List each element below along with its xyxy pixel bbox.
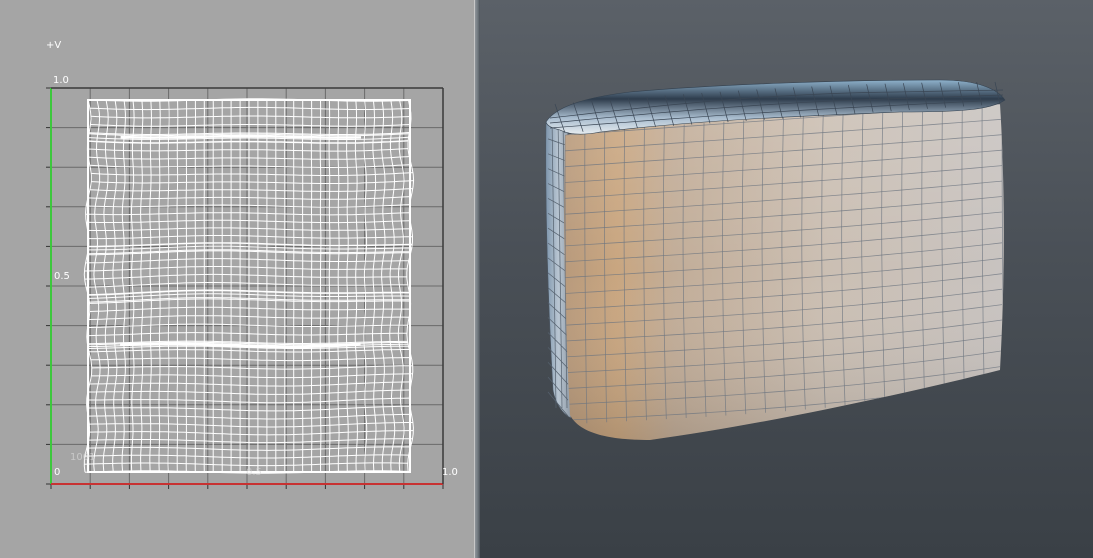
v-max-label: 1.0 [53,75,69,86]
uv-edge [89,306,411,312]
uv-edge [319,100,322,472]
uv-edge [90,357,412,362]
3d-viewport[interactable] [480,0,1093,558]
u-max-label: 1.0 [442,467,458,478]
uv-grid-canvas[interactable] [0,0,474,558]
udim-label: 1001 [70,452,96,463]
uv-edge [90,124,411,127]
viewport-canvas[interactable] [480,0,1093,558]
uv-edge [88,438,413,444]
uv-edge [89,106,411,111]
uv-edge [91,180,414,184]
origin-label: 0 [54,467,61,478]
uv-edge [84,462,408,467]
v-axis-label: +V [46,40,62,51]
uv-edge [86,219,411,224]
uv-edge [84,266,408,272]
uv-edge [88,235,413,240]
v-mid-label: 0.5 [54,271,70,282]
uv-seam-band [120,134,362,139]
uv-edge [176,100,179,472]
uv-edge [84,273,407,280]
uv-edge [87,227,412,231]
uv-editor-panel[interactable]: +V 1.0 0.5 0 1.0 0.5 1001 [0,0,474,558]
uv-edge [88,413,412,420]
uv-edge [87,148,409,152]
uv-edge [89,381,412,387]
uv-edge [86,405,410,412]
uv-edge [86,397,410,404]
u-mid-label: 0.5 [246,467,262,478]
uv-edge [90,115,412,119]
uv-edge [328,100,331,472]
